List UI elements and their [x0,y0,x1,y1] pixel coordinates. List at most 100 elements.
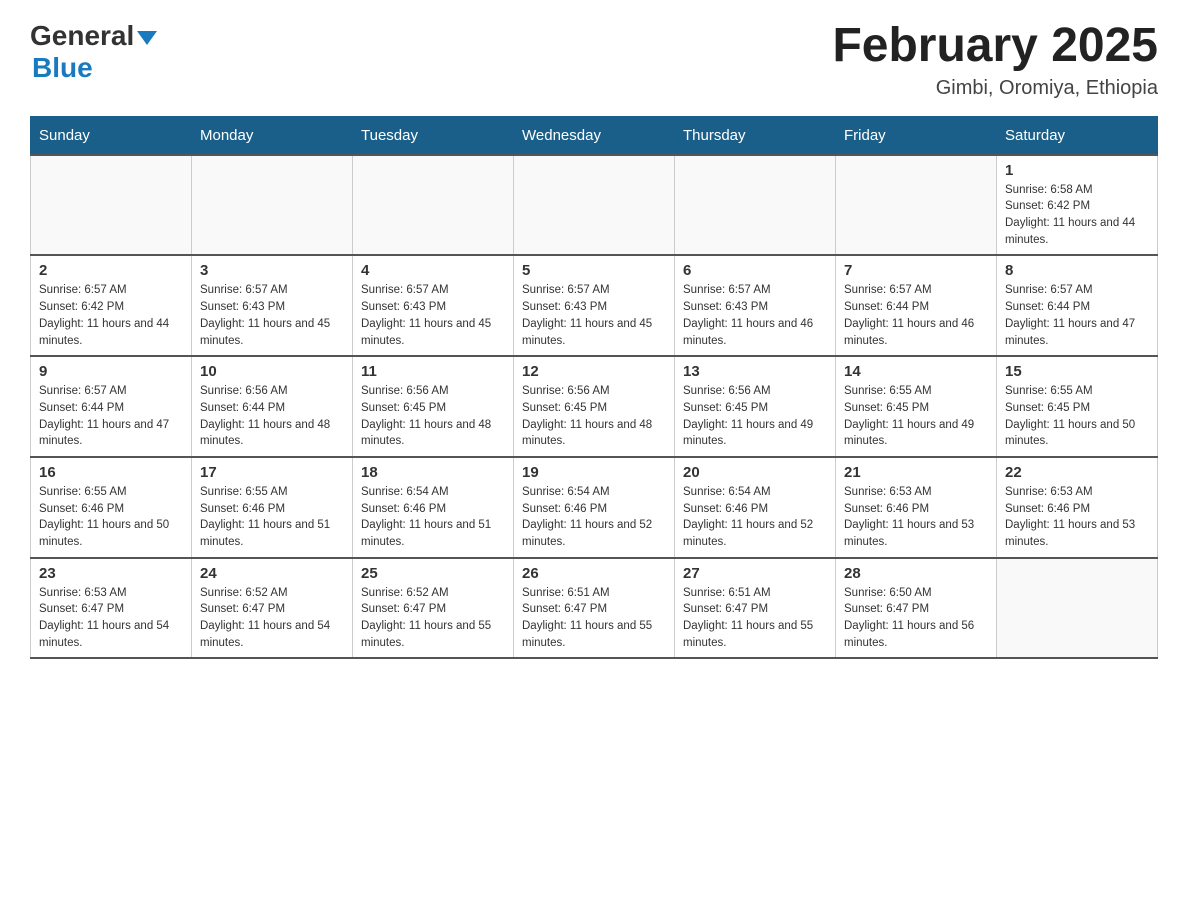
day-number: 19 [522,464,666,481]
day-info: Sunrise: 6:52 AMSunset: 6:47 PMDaylight:… [361,585,505,652]
day-number: 2 [39,262,183,279]
day-number: 25 [361,565,505,582]
calendar-cell: 8Sunrise: 6:57 AMSunset: 6:44 PMDaylight… [997,255,1158,356]
day-info: Sunrise: 6:50 AMSunset: 6:47 PMDaylight:… [844,585,988,652]
location-subtitle: Gimbi, Oromiya, Ethiopia [832,77,1158,100]
day-info: Sunrise: 6:54 AMSunset: 6:46 PMDaylight:… [522,484,666,551]
day-info: Sunrise: 6:56 AMSunset: 6:45 PMDaylight:… [361,383,505,450]
calendar-cell: 9 Sunrise: 6:57 AMSunset: 6:44 PMDaylight… [31,356,192,457]
day-number: 14 [844,363,988,380]
week-row-5: 23Sunrise: 6:53 AMSunset: 6:47 PMDayligh… [31,558,1158,659]
calendar-cell: 21 Sunrise: 6:53 AMSunset: 6:46 PMDayligh… [836,457,997,558]
weekday-friday: Friday [836,116,997,155]
day-number: 26 [522,565,666,582]
day-info: Sunrise: 6:56 AMSunset: 6:45 PMDaylight:… [683,383,827,450]
day-info: Sunrise: 6:51 AMSunset: 6:47 PMDaylight:… [522,585,666,652]
calendar-cell [836,155,997,256]
logo: General Blue [30,20,157,84]
day-number: 11 [361,363,505,380]
calendar-cell [31,155,192,256]
weekday-saturday: Saturday [997,116,1158,155]
week-row-3: 9 Sunrise: 6:57 AMSunset: 6:44 PMDaylight… [31,356,1158,457]
day-info: Sunrise: 6:57 AMSunset: 6:43 PMDaylight:… [200,282,344,349]
calendar-cell: 28 Sunrise: 6:50 AMSunset: 6:47 PMDayligh… [836,558,997,659]
day-number: 22 [1005,464,1149,481]
calendar-cell [192,155,353,256]
calendar-cell [353,155,514,256]
day-info: Sunrise: 6:55 AMSunset: 6:46 PMDaylight:… [39,484,183,551]
day-info: Sunrise: 6:57 AMSunset: 6:43 PMDaylight:… [683,282,827,349]
calendar-cell: 18 Sunrise: 6:54 AMSunset: 6:46 PMDayligh… [353,457,514,558]
day-info: Sunrise: 6:57 AMSunset: 6:44 PMDaylight:… [39,383,183,450]
day-number: 21 [844,464,988,481]
day-info: Sunrise: 6:58 AMSunset: 6:42 PMDaylight:… [1005,182,1149,249]
calendar-cell: 6 Sunrise: 6:57 AMSunset: 6:43 PMDaylight… [675,255,836,356]
calendar-cell: 25 Sunrise: 6:52 AMSunset: 6:47 PMDayligh… [353,558,514,659]
title-area: February 2025 Gimbi, Oromiya, Ethiopia [832,20,1158,100]
day-number: 15 [1005,363,1149,380]
calendar-cell: 15 Sunrise: 6:55 AMSunset: 6:45 PMDayligh… [997,356,1158,457]
day-number: 9 [39,363,183,380]
calendar-cell: 23Sunrise: 6:53 AMSunset: 6:47 PMDayligh… [31,558,192,659]
calendar-cell: 13 Sunrise: 6:56 AMSunset: 6:45 PMDayligh… [675,356,836,457]
day-number: 28 [844,565,988,582]
week-row-4: 16 Sunrise: 6:55 AMSunset: 6:46 PMDayligh… [31,457,1158,558]
week-row-2: 2Sunrise: 6:57 AMSunset: 6:42 PMDaylight… [31,255,1158,356]
calendar-cell: 24 Sunrise: 6:52 AMSunset: 6:47 PMDayligh… [192,558,353,659]
day-number: 27 [683,565,827,582]
day-number: 13 [683,363,827,380]
day-info: Sunrise: 6:57 AMSunset: 6:43 PMDaylight:… [522,282,666,349]
day-info: Sunrise: 6:54 AMSunset: 6:46 PMDaylight:… [361,484,505,551]
day-number: 5 [522,262,666,279]
day-number: 4 [361,262,505,279]
weekday-thursday: Thursday [675,116,836,155]
calendar-cell: 1 Sunrise: 6:58 AMSunset: 6:42 PMDaylight… [997,155,1158,256]
day-number: 20 [683,464,827,481]
day-number: 16 [39,464,183,481]
weekday-sunday: Sunday [31,116,192,155]
day-number: 24 [200,565,344,582]
calendar-cell: 11 Sunrise: 6:56 AMSunset: 6:45 PMDayligh… [353,356,514,457]
day-info: Sunrise: 6:53 AMSunset: 6:46 PMDaylight:… [844,484,988,551]
day-number: 10 [200,363,344,380]
calendar-cell: 5 Sunrise: 6:57 AMSunset: 6:43 PMDaylight… [514,255,675,356]
calendar-cell: 4 Sunrise: 6:57 AMSunset: 6:43 PMDaylight… [353,255,514,356]
calendar-cell: 22 Sunrise: 6:53 AMSunset: 6:46 PMDayligh… [997,457,1158,558]
calendar-cell: 16 Sunrise: 6:55 AMSunset: 6:46 PMDayligh… [31,457,192,558]
day-info: Sunrise: 6:55 AMSunset: 6:46 PMDaylight:… [200,484,344,551]
day-info: Sunrise: 6:51 AMSunset: 6:47 PMDaylight:… [683,585,827,652]
month-title: February 2025 [832,20,1158,73]
day-number: 6 [683,262,827,279]
day-info: Sunrise: 6:57 AMSunset: 6:43 PMDaylight:… [361,282,505,349]
calendar-cell: 20Sunrise: 6:54 AMSunset: 6:46 PMDayligh… [675,457,836,558]
calendar-cell: 17Sunrise: 6:55 AMSunset: 6:46 PMDayligh… [192,457,353,558]
logo-general-text: General [30,20,134,52]
day-info: Sunrise: 6:57 AMSunset: 6:44 PMDaylight:… [844,282,988,349]
calendar-cell: 26 Sunrise: 6:51 AMSunset: 6:47 PMDayligh… [514,558,675,659]
calendar-cell [997,558,1158,659]
day-info: Sunrise: 6:55 AMSunset: 6:45 PMDaylight:… [844,383,988,450]
day-number: 7 [844,262,988,279]
day-number: 23 [39,565,183,582]
calendar-cell: 19 Sunrise: 6:54 AMSunset: 6:46 PMDayligh… [514,457,675,558]
day-info: Sunrise: 6:56 AMSunset: 6:45 PMDaylight:… [522,383,666,450]
week-row-1: 1 Sunrise: 6:58 AMSunset: 6:42 PMDaylight… [31,155,1158,256]
day-number: 18 [361,464,505,481]
day-number: 12 [522,363,666,380]
calendar-cell [514,155,675,256]
day-info: Sunrise: 6:52 AMSunset: 6:47 PMDaylight:… [200,585,344,652]
day-number: 1 [1005,162,1149,179]
calendar-cell: 7 Sunrise: 6:57 AMSunset: 6:44 PMDaylight… [836,255,997,356]
calendar-cell: 12 Sunrise: 6:56 AMSunset: 6:45 PMDayligh… [514,356,675,457]
day-info: Sunrise: 6:55 AMSunset: 6:45 PMDaylight:… [1005,383,1149,450]
day-number: 8 [1005,262,1149,279]
logo-arrow-icon [137,29,157,47]
calendar-cell: 27 Sunrise: 6:51 AMSunset: 6:47 PMDayligh… [675,558,836,659]
day-info: Sunrise: 6:56 AMSunset: 6:44 PMDaylight:… [200,383,344,450]
weekday-monday: Monday [192,116,353,155]
day-info: Sunrise: 6:53 AMSunset: 6:46 PMDaylight:… [1005,484,1149,551]
day-number: 3 [200,262,344,279]
calendar-cell: 14 Sunrise: 6:55 AMSunset: 6:45 PMDayligh… [836,356,997,457]
weekday-header-row: SundayMondayTuesdayWednesdayThursdayFrid… [31,116,1158,155]
page-header: General Blue February 2025 Gimbi, Oromiy… [30,20,1158,100]
